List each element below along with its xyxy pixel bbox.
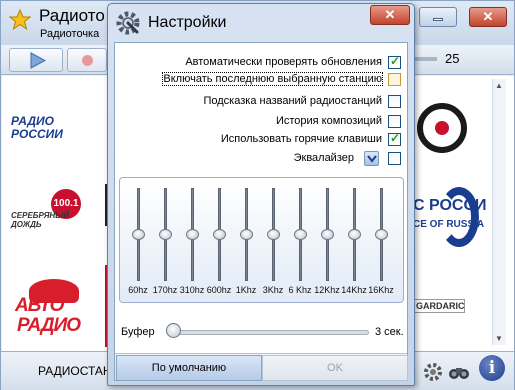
ok-button[interactable]: OK — [262, 355, 408, 381]
dialog-title: Настройки — [148, 14, 227, 31]
bottom-tab-label[interactable]: РАДИОСТАН — [38, 364, 112, 378]
station-logo-line: РАДИО — [17, 315, 81, 336]
option-last-station[interactable]: Включать последнюю выбранную станцию — [115, 71, 409, 89]
eq-slider-handle[interactable] — [294, 229, 307, 240]
station-logo-avtoradio[interactable]: АВТО РАДИО — [11, 279, 97, 337]
option-label: Включать последнюю выбранную станцию — [162, 72, 383, 86]
buffer-slider-handle[interactable] — [166, 323, 181, 338]
option-track-history[interactable]: История композиций — [115, 113, 409, 131]
auto-update-checkbox[interactable]: ✓ — [388, 54, 401, 69]
option-station-hints[interactable]: Подсказка названий радиостанций — [115, 93, 409, 111]
play-icon — [30, 52, 46, 69]
app-subtitle: Радиоточка — [40, 28, 100, 40]
eq-slider-handle[interactable] — [186, 229, 199, 240]
binoculars-icon[interactable] — [447, 360, 471, 384]
record-button[interactable] — [67, 48, 107, 72]
station-logo-serebryany[interactable]: 100.1 СЕРЕБРЯНЫЙ ДОЖДЬ — [11, 189, 101, 229]
option-label: Эквалайзер — [293, 152, 354, 164]
eq-slider-handle[interactable] — [375, 229, 388, 240]
station-logo-line: С РОССИ — [413, 197, 487, 214]
buffer-label: Буфер — [121, 326, 155, 338]
option-hotkeys[interactable]: Использовать горячие клавиши ✓ — [115, 131, 409, 149]
voice-arc-icon — [439, 187, 479, 247]
option-label: Подсказка названий радиостанций — [203, 95, 382, 107]
last-station-checkbox[interactable] — [388, 73, 401, 86]
eq-slider-handle[interactable] — [348, 229, 361, 240]
scroll-down-icon[interactable]: ▼ — [495, 334, 503, 343]
eq-slider-handle[interactable] — [159, 229, 172, 240]
eq-slider-handle[interactable] — [132, 229, 145, 240]
eq-band-10: 16Khz — [368, 178, 394, 302]
hotkeys-checkbox[interactable]: ✓ — [388, 131, 401, 146]
station-logo-line: АВТО — [15, 295, 64, 316]
gear-icon[interactable] — [421, 360, 445, 384]
close-icon: ✕ — [384, 7, 396, 22]
dialog-body: Автоматически проверять обновления ✓ Вкл… — [114, 42, 408, 381]
record-icon — [82, 55, 93, 66]
screen: Радиото Радиоточка ✕ 25 РАДИО РОССИИ 100… — [0, 0, 515, 390]
play-button[interactable] — [9, 48, 63, 72]
option-label: Использовать горячие клавиши — [220, 133, 382, 145]
app-title: Радиото — [39, 6, 105, 25]
chevron-down-icon — [367, 155, 377, 163]
eq-slider-handle[interactable] — [267, 229, 280, 240]
minimize-button[interactable] — [419, 7, 457, 27]
info-icon[interactable]: i — [479, 355, 505, 381]
station-logo-vesti[interactable] — [413, 99, 469, 161]
eq-band-3: 310hz — [179, 178, 205, 302]
station-logo-line: CE OF RUSSIA — [413, 219, 485, 230]
equalizer-checkbox[interactable] — [388, 152, 401, 165]
station-logo-voice-of-russia[interactable]: С РОССИ CE OF RUSSIA — [413, 179, 487, 267]
settings-icon — [116, 11, 140, 35]
volume-value: 25 — [445, 51, 460, 66]
check-mark-icon: ✓ — [390, 54, 401, 68]
defaults-button[interactable]: По умолчанию — [116, 355, 262, 381]
close-icon: ✕ — [482, 9, 494, 24]
option-label: История композиций — [275, 115, 382, 127]
option-equalizer[interactable]: Эквалайзер — [115, 150, 409, 168]
station-scrollbar[interactable]: ▲ ▼ — [492, 79, 506, 345]
eq-slider-handle[interactable] — [321, 229, 334, 240]
buffer-value: 3 сек. — [375, 326, 404, 338]
eq-band-label: 16Khz — [368, 285, 394, 295]
option-auto-update[interactable]: Автоматически проверять обновления ✓ — [115, 54, 409, 72]
station-hints-checkbox[interactable] — [388, 95, 401, 108]
buffer-slider[interactable] — [170, 330, 369, 335]
option-label: Автоматически проверять обновления — [185, 56, 382, 68]
station-logo-gardarica[interactable]: GARDARICA — [413, 299, 465, 313]
eq-band-2: 170hz — [152, 178, 178, 302]
equalizer-panel: 60hz 170hz 310hz 600hz 1Khz 3Khz 6 Khz 1… — [119, 177, 404, 303]
eq-band-5: 1Khz — [233, 178, 259, 302]
eq-slider-handle[interactable] — [213, 229, 226, 240]
minimize-icon — [433, 18, 443, 21]
dialog-footer: По умолчанию OK — [115, 353, 408, 381]
eq-band-7: 6 Khz — [287, 178, 313, 302]
check-mark-icon: ✓ — [390, 131, 401, 145]
station-logo-radio-rossii[interactable]: РАДИО РОССИИ — [11, 115, 101, 141]
track-history-checkbox[interactable] — [388, 115, 401, 128]
station-logo-line: РОССИИ — [11, 127, 63, 141]
eq-band-8: 12Khz — [314, 178, 340, 302]
scroll-up-icon[interactable]: ▲ — [495, 81, 503, 90]
eq-slider-handle[interactable] — [240, 229, 253, 240]
eq-band-6: 3Khz — [260, 178, 286, 302]
vesti-ring-icon — [417, 103, 467, 153]
dialog-close-button[interactable]: ✕ — [370, 5, 410, 25]
eq-band-4: 600hz — [206, 178, 232, 302]
settings-dialog: Настройки ✕ Автоматически проверять обно… — [107, 3, 415, 386]
station-logo-name: СЕРЕБРЯНЫЙ ДОЖДЬ — [11, 211, 69, 229]
star-icon — [9, 9, 31, 31]
main-close-button[interactable]: ✕ — [469, 7, 507, 27]
eq-band-1: 60hz — [125, 178, 151, 302]
eq-band-9: 14Khz — [341, 178, 367, 302]
equalizer-preset-dropdown[interactable] — [364, 151, 379, 166]
